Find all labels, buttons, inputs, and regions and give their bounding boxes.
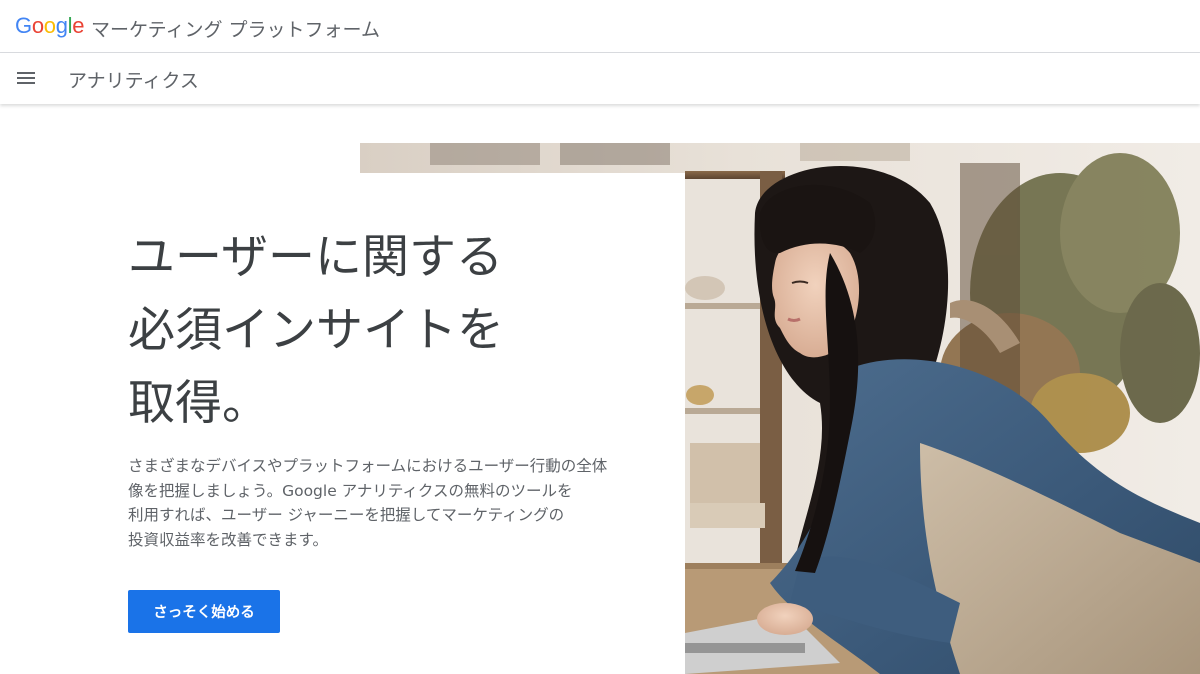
hamburger-menu-icon[interactable] <box>17 70 35 86</box>
headline-line: ユーザーに関する <box>128 230 504 285</box>
get-started-button[interactable]: さっそく始める <box>128 590 280 633</box>
description-line: 投資収益率を改善できます。 <box>128 530 328 549</box>
product-name-link[interactable]: マーケティング プラットフォーム <box>91 15 380 42</box>
google-logo[interactable]: Google <box>15 13 84 39</box>
logo-letter-e: e <box>72 13 85 38</box>
headline-line: 必須インサイトを <box>128 303 504 358</box>
description-line: 像を把握しましょう。Google アナリティクスの無料のツールを <box>128 481 573 500</box>
section-nav: アナリティクス <box>0 53 1200 104</box>
hero-description: さまざまなデバイスやプラットフォームにおけるユーザー行動の全体 像を把握しましょ… <box>128 454 668 552</box>
logo-letter-g: G <box>15 13 32 38</box>
hero-headline: ユーザーに関する 必須インサイトを 取得。 <box>128 221 648 440</box>
logo-letter-o1: o <box>31 13 44 38</box>
description-line: 利用すれば、ユーザー ジャーニーを把握してマーケティングの <box>128 506 565 524</box>
headline-line: 取得。 <box>128 376 269 431</box>
brand-header: Google マーケティング プラットフォーム <box>0 0 1200 53</box>
logo-letter-o2: o <box>43 13 56 38</box>
description-line: さまざまなデバイスやプラットフォームにおけるユーザー行動の全体 <box>128 457 608 475</box>
hero-card: ユーザーに関する 必須インサイトを 取得。 さまざまなデバイスやプラットフォーム… <box>0 173 685 674</box>
section-title-analytics[interactable]: アナリティクス <box>68 66 199 93</box>
logo-letter-g2: g <box>55 13 68 38</box>
